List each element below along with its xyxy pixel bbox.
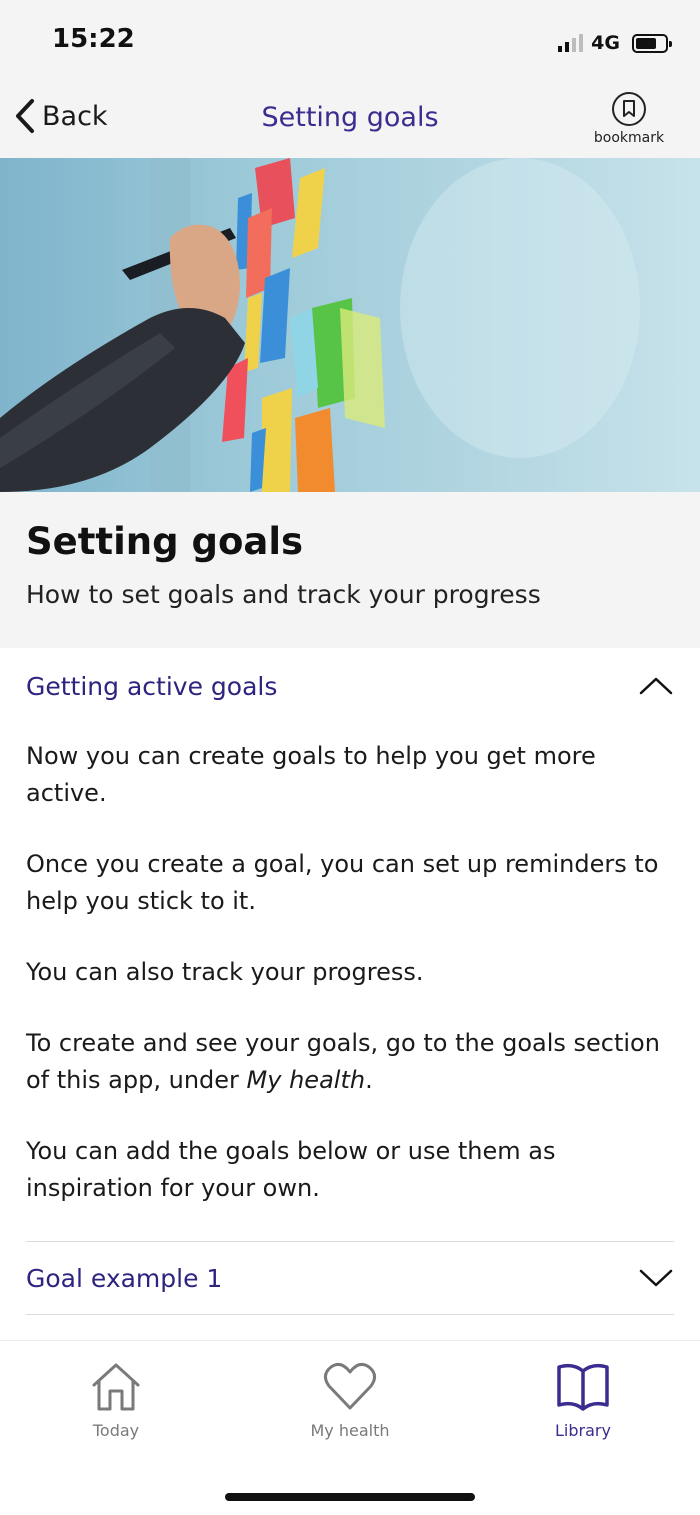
chevron-up-icon [639, 677, 673, 695]
status-bar: 15:22 4G [0, 0, 700, 78]
book-icon [557, 1363, 609, 1411]
home-indicator [225, 1493, 475, 1501]
bookmark-button[interactable]: bookmark [594, 92, 664, 146]
bookmark-label: bookmark [593, 130, 665, 146]
hero-image [0, 158, 700, 492]
signal-icon [558, 34, 584, 52]
divider [26, 1314, 674, 1315]
article-title: Setting goals [26, 520, 304, 563]
paragraph: To create and see your goals, go to the … [26, 1025, 666, 1099]
chevron-down-icon [639, 1269, 673, 1287]
tab-library[interactable]: Library [513, 1361, 653, 1440]
accordion-goal-example-1[interactable]: Goal example 1 [26, 1242, 674, 1314]
bookmark-icon [612, 92, 646, 126]
nav-bar: Back Setting goals bookmark [0, 78, 700, 158]
accordion-title: Getting active goals [26, 671, 278, 701]
article-subtitle: How to set goals and track your progress [26, 580, 541, 609]
accordion-title: Goal example 1 [26, 1263, 223, 1293]
tab-label: My health [310, 1421, 390, 1440]
status-indicators: 4G [558, 30, 672, 56]
battery-icon [632, 33, 672, 53]
tab-today[interactable]: Today [46, 1361, 186, 1440]
paragraph: Once you create a goal, you can set up r… [26, 850, 659, 915]
paragraph: Now you can create goals to help you get… [26, 742, 596, 807]
home-icon [92, 1363, 140, 1411]
network-type: 4G [591, 32, 620, 54]
my-health-emphasis: My health [246, 1066, 366, 1094]
status-time: 15:22 [52, 24, 135, 54]
tab-label: Today [92, 1421, 140, 1440]
paragraph: You can also track your progress. [26, 958, 424, 986]
section-content: Now you can create goals to help you get… [26, 738, 666, 1241]
tab-my-health[interactable]: My health [280, 1361, 420, 1440]
accordion-getting-active-goals[interactable]: Getting active goals [26, 650, 674, 722]
article-header: Setting goals How to set goals and track… [0, 492, 700, 648]
tab-label: Library [555, 1421, 611, 1440]
paragraph: You can add the goals below or use them … [26, 1137, 556, 1202]
tab-bar: Today My health Library [0, 1340, 700, 1515]
paragraph-suffix: . [365, 1066, 373, 1094]
heart-icon [324, 1362, 376, 1410]
